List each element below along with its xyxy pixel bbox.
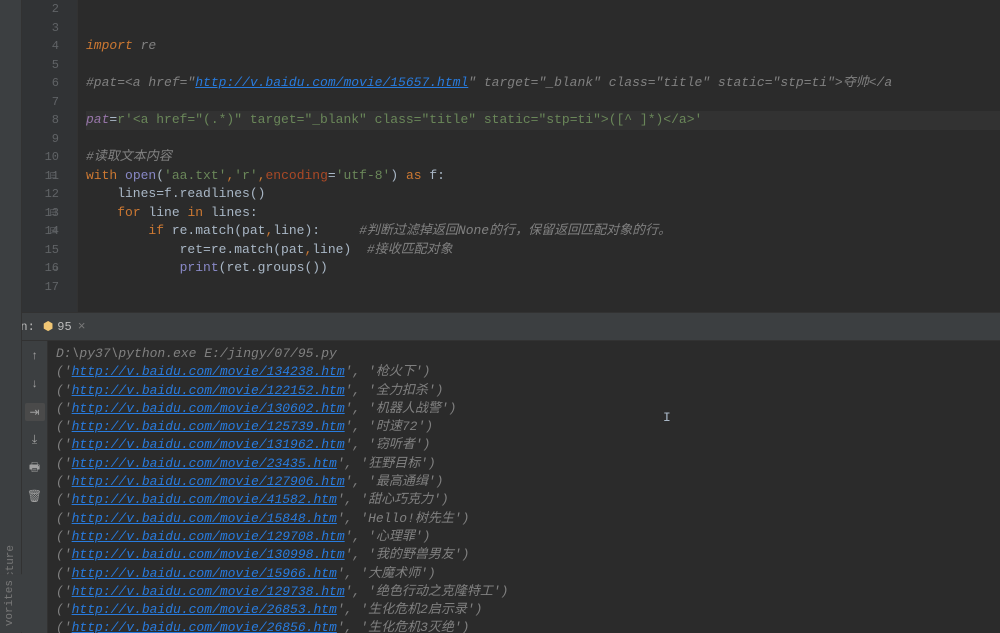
fold-icon[interactable]: ⊟ xyxy=(49,204,57,223)
console-command: D:\py37\python.exe E:/jingy/07/95.py xyxy=(56,345,1000,363)
text-cursor: I xyxy=(663,409,671,427)
console-line: ('http://v.baidu.com/movie/26856.htm', '… xyxy=(56,619,1000,633)
editor-area: 234567891011⊟1213⊟14⊟1516⌐17 import re #p… xyxy=(0,0,1000,312)
code-line[interactable]: for line in lines: xyxy=(86,204,1000,223)
run-tab-name: 95 xyxy=(57,320,71,334)
output-url[interactable]: http://v.baidu.com/movie/23435.htm xyxy=(72,456,337,471)
code-line[interactable]: #读取文本内容 xyxy=(86,148,1000,167)
line-number: 9 xyxy=(22,130,59,149)
line-number: 2 xyxy=(22,0,59,19)
code-line[interactable]: pat=r'<a href="(.*)" target="_blank" cla… xyxy=(86,111,1000,130)
console-line: ('http://v.baidu.com/movie/127906.htm', … xyxy=(56,473,1000,491)
output-url[interactable]: http://v.baidu.com/movie/129738.htm xyxy=(72,584,345,599)
code-line[interactable]: import re xyxy=(86,37,1000,56)
output-url[interactable]: http://v.baidu.com/movie/125739.htm xyxy=(72,419,345,434)
output-url[interactable]: http://v.baidu.com/movie/130602.htm xyxy=(72,401,345,416)
line-number: 4 xyxy=(22,37,59,56)
up-icon[interactable]: ↑ xyxy=(25,347,45,365)
run-tab[interactable]: ⬢ 95 × xyxy=(35,315,94,339)
output-url[interactable]: http://v.baidu.com/movie/134238.htm xyxy=(72,364,345,379)
console-line: ('http://v.baidu.com/movie/15848.htm', '… xyxy=(56,510,1000,528)
code-line[interactable]: #pat=<a href="http://v.baidu.com/movie/1… xyxy=(86,74,1000,93)
wrap-button[interactable]: ⇥ xyxy=(25,403,45,421)
trash-button[interactable]: 🗑 xyxy=(25,487,45,505)
code-line[interactable] xyxy=(86,19,1000,38)
code-line[interactable]: if re.match(pat,line): #判断过滤掉返回None的行，保留… xyxy=(86,222,1000,241)
console-line: ('http://v.baidu.com/movie/125739.htm', … xyxy=(56,418,1000,436)
output-url[interactable]: http://v.baidu.com/movie/26856.htm xyxy=(72,620,337,633)
console-line: ('http://v.baidu.com/movie/130602.htm', … xyxy=(56,400,1000,418)
code-line[interactable] xyxy=(86,130,1000,149)
print-button[interactable]: 🖶 xyxy=(25,459,45,477)
output-url[interactable]: http://v.baidu.com/movie/26853.htm xyxy=(72,602,337,617)
output-url[interactable]: http://v.baidu.com/movie/15848.htm xyxy=(72,511,337,526)
code-line[interactable]: lines=f.readlines() xyxy=(86,185,1000,204)
output-url[interactable]: http://v.baidu.com/movie/15966.htm xyxy=(72,566,337,581)
scroll-end-button[interactable]: ⤓ xyxy=(25,431,45,449)
code-line[interactable] xyxy=(86,56,1000,75)
close-icon[interactable]: × xyxy=(78,319,86,334)
output-url[interactable]: http://v.baidu.com/movie/130998.htm xyxy=(72,547,345,562)
output-url[interactable]: http://v.baidu.com/movie/41582.htm xyxy=(72,492,337,507)
output-url[interactable]: http://v.baidu.com/movie/129708.htm xyxy=(72,529,345,544)
console-output[interactable]: I D:\py37\python.exe E:/jingy/07/95.py('… xyxy=(48,341,1000,633)
line-number: 3 xyxy=(22,19,59,38)
line-number: 11⊟ xyxy=(22,167,59,186)
down-icon[interactable]: ↓ xyxy=(25,375,45,393)
code-line[interactable] xyxy=(86,278,1000,297)
run-toolbar-right: ↑ ↓ ⇥ ⤓ 🖶 🗑 xyxy=(22,341,48,633)
line-number: 5 xyxy=(22,56,59,75)
console-line: ('http://v.baidu.com/movie/130998.htm', … xyxy=(56,546,1000,564)
run-body: ▶ ■ ⇄ ⇲ 📌 ↑ ↓ ⇥ ⤓ 🖶 🗑 I D:\py37\python.e… xyxy=(0,341,1000,633)
output-url[interactable]: http://v.baidu.com/movie/122152.htm xyxy=(72,383,345,398)
console-line: ('http://v.baidu.com/movie/129708.htm', … xyxy=(56,528,1000,546)
output-url[interactable]: http://v.baidu.com/movie/131962.htm xyxy=(72,437,345,452)
fold-icon[interactable]: ⊟ xyxy=(49,222,57,241)
line-number: 6 xyxy=(22,74,59,93)
code-line[interactable] xyxy=(86,93,1000,112)
left-sidebar xyxy=(0,0,22,312)
line-number: 8 xyxy=(22,111,59,130)
line-gutter: 234567891011⊟1213⊟14⊟1516⌐17 xyxy=(22,0,78,312)
console-line: ('http://v.baidu.com/movie/26853.htm', '… xyxy=(56,601,1000,619)
line-number: 17 xyxy=(22,278,59,297)
console-line: ('http://v.baidu.com/movie/122152.htm', … xyxy=(56,382,1000,400)
code-line[interactable]: with open('aa.txt','r',encoding='utf-8')… xyxy=(86,167,1000,186)
run-panel: Run: ⬢ 95 × ▶ ■ ⇄ ⇲ 📌 ↑ ↓ ⇥ ⤓ 🖶 🗑 I D:\p… xyxy=(0,312,1000,633)
console-line: ('http://v.baidu.com/movie/41582.htm', '… xyxy=(56,491,1000,509)
fold-icon[interactable]: ⊟ xyxy=(49,167,57,186)
line-number: 13⊟ xyxy=(22,204,59,223)
code-line[interactable] xyxy=(86,0,1000,19)
line-number: 10 xyxy=(22,148,59,167)
code-line[interactable]: print(ret.groups()) xyxy=(86,259,1000,278)
console-line: ('http://v.baidu.com/movie/23435.htm', '… xyxy=(56,455,1000,473)
line-number: 16⌐ xyxy=(22,259,59,278)
code-editor[interactable]: import re #pat=<a href="http://v.baidu.co… xyxy=(78,0,1000,312)
console-line: ('http://v.baidu.com/movie/134238.htm', … xyxy=(56,363,1000,381)
python-icon: ⬢ xyxy=(43,319,53,334)
console-line: ('http://v.baidu.com/movie/131962.htm', … xyxy=(56,436,1000,454)
line-number: 14⊟ xyxy=(22,222,59,241)
favorites-tool-button[interactable]: vorites xyxy=(0,574,22,632)
run-header: Run: ⬢ 95 × xyxy=(0,313,1000,341)
output-url[interactable]: http://v.baidu.com/movie/127906.htm xyxy=(72,474,345,489)
code-line[interactable]: ret=re.match(pat,line) #接收匹配对象 xyxy=(86,241,1000,260)
line-number: 12 xyxy=(22,185,59,204)
line-number: 7 xyxy=(22,93,59,112)
line-number: 15 xyxy=(22,241,59,260)
console-line: ('http://v.baidu.com/movie/15966.htm', '… xyxy=(56,565,1000,583)
console-line: ('http://v.baidu.com/movie/129738.htm', … xyxy=(56,583,1000,601)
fold-end-icon: ⌐ xyxy=(52,259,57,278)
